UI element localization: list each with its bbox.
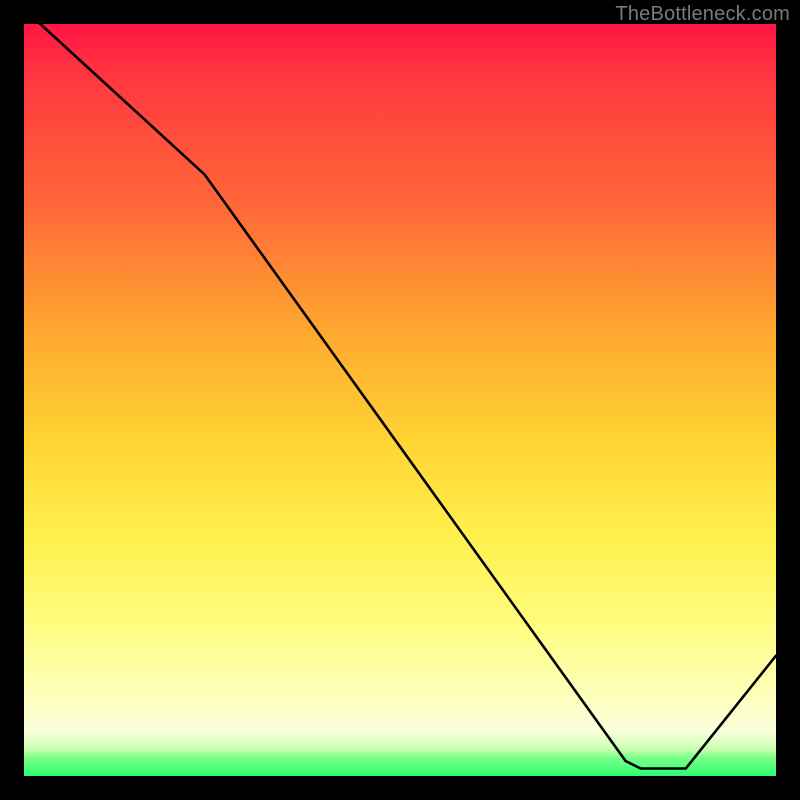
plot-area: [24, 24, 776, 776]
bottleneck-line: [24, 9, 776, 769]
watermark-text: TheBottleneck.com: [615, 3, 790, 26]
line-chart-svg: [24, 24, 776, 776]
chart-frame: TheBottleneck.com: [0, 0, 800, 800]
